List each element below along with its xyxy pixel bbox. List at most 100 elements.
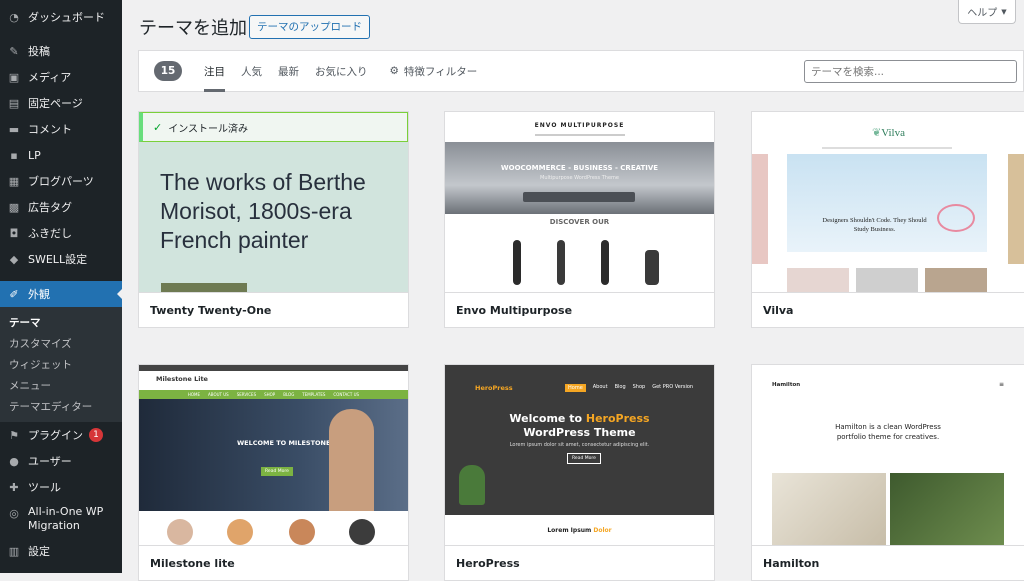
menu-users[interactable]: ● ユーザー (0, 448, 122, 474)
preview-logo: Hamilton (772, 382, 801, 388)
menu-lp[interactable]: ▪ LP (0, 142, 122, 168)
portfolio-image (890, 473, 1004, 545)
model-figure (557, 240, 565, 285)
main-content: ヘルプ ▼ テーマを追加 テーマのアップロード 15 注目 人気 最新 お気に入り… (122, 0, 1024, 581)
hero-subtitle: Lorem ipsum dolor sit amet, consectetur … (509, 442, 650, 448)
hero-title: WELCOME TO MILESTONE (237, 439, 331, 447)
theme-count-badge: 15 (154, 61, 182, 81)
leaf-icon: ❦ (872, 127, 882, 139)
tab-favorites[interactable]: お気に入り (315, 50, 368, 92)
preview-nav: Home About Blog Shop Get PRO Version (565, 384, 693, 392)
tab-featured[interactable]: 注目 (204, 50, 225, 92)
menu-label: LP (28, 148, 41, 162)
menu-posts[interactable]: ✎ 投稿 (0, 38, 122, 64)
nav-item: TEMPLATES (302, 392, 326, 397)
theme-name: HeroPress (445, 545, 714, 580)
menu-swell-settings[interactable]: ◆ SWELL設定 (0, 246, 122, 272)
preview-nav (822, 147, 952, 149)
submenu-theme-editor[interactable]: テーマエディター (0, 395, 122, 416)
preview-image-strip (161, 283, 247, 292)
menu-media[interactable]: ▣ メディア (0, 64, 122, 90)
nav-item: CONTACT US (333, 392, 360, 397)
menu-label: ブログパーツ (28, 175, 94, 188)
menu-all-in-one-migration[interactable]: ◎ All-in-One WP Migration (0, 500, 122, 538)
menu-plugins[interactable]: ⚑ プラグイン 1 (0, 422, 122, 448)
theme-card-vilva[interactable]: ❦Vilva Designers Shouldn't Code. They Sh… (751, 111, 1024, 328)
preview-nav (535, 134, 625, 136)
menu-label: 固定ページ (28, 97, 83, 110)
tab-popular[interactable]: 人気 (241, 50, 262, 92)
preview-hero: Designers Shouldn't Code. They Should St… (787, 154, 987, 252)
nav-item: HOME (187, 392, 201, 397)
hero-accent: HeroPress (585, 412, 650, 425)
preview-tagline: Hamilton is a clean WordPress portfolio … (835, 423, 941, 441)
theme-name: Envo Multipurpose (445, 292, 714, 327)
menu-balloon[interactable]: ◘ ふきだし (0, 220, 122, 246)
help-tab-button[interactable]: ヘルプ ▼ (958, 0, 1016, 24)
user-icon: ● (9, 454, 19, 468)
thumbnail (787, 268, 849, 292)
theme-screenshot: ❦Vilva Designers Shouldn't Code. They Sh… (752, 112, 1024, 292)
plant-graphic (459, 465, 485, 505)
help-label: ヘルプ (967, 8, 998, 19)
theme-card-twenty-twenty-one[interactable]: ✓ インストール済み The works of Berthe Morisot, 1… (138, 111, 409, 328)
submenu-menus[interactable]: メニュー (0, 374, 122, 395)
footer-title-text: Lorem Ipsum (547, 527, 594, 534)
theme-card-hamilton[interactable]: Hamilton ≡ Hamilton is a clean WordPress… (751, 364, 1024, 581)
submenu-widgets[interactable]: ウィジェット (0, 353, 122, 374)
theme-screenshot: ✓ インストール済み The works of Berthe Morisot, 1… (139, 112, 408, 292)
menu-comments[interactable]: ▬ コメント (0, 116, 122, 142)
hero-line1: Welcome to (509, 412, 586, 425)
menu-label: ダッシュボード (28, 11, 105, 24)
preview-banner: WOOCOMMERCE - BUSINESS - CREATIVE Multip… (445, 142, 714, 214)
menu-tools[interactable]: ✚ ツール (0, 474, 122, 500)
menu-label: ユーザー (28, 455, 72, 468)
menu-pages[interactable]: ▤ 固定ページ (0, 90, 122, 116)
brush-icon: ✐ (9, 287, 19, 301)
theme-name: Vilva (752, 292, 1024, 327)
service-circle (167, 519, 193, 545)
feature-filter-button[interactable]: ⚙ 特徴フィルター (390, 50, 478, 92)
logo-text: Vilva (881, 127, 905, 139)
preview-footer: Lorem Ipsum Dolor (445, 515, 714, 545)
appearance-submenu: テーマ カスタマイズ ウィジェット メニュー テーマエディター (0, 307, 122, 422)
laptop-graphic (523, 192, 635, 202)
hero-line2: WordPress Theme (523, 426, 636, 439)
media-icon: ▣ (8, 70, 20, 84)
submenu-customize[interactable]: カスタマイズ (0, 332, 122, 353)
gear-icon: ⚙ (389, 65, 399, 77)
menu-label: メディア (28, 71, 72, 84)
tab-latest[interactable]: 最新 (278, 50, 299, 92)
menu-settings[interactable]: ▥ 設定 (0, 538, 122, 564)
theme-card-heropress[interactable]: HeroPress Home About Blog Shop Get PRO Versi… (444, 364, 715, 581)
upload-theme-button[interactable]: テーマのアップロード (249, 15, 370, 39)
ad-tag-icon: ▩ (8, 200, 20, 214)
wrench-icon: ✚ (9, 480, 19, 494)
preview-hero: WELCOME TO MILESTONE Read More (139, 399, 408, 511)
preview-logo: Milestone Lite (156, 375, 208, 383)
admin-sidebar: ◔ ダッシュボード ✎ 投稿 ▣ メディア ▤ 固定ページ ▬ コメント ▪ LP ▦ ブログ… (0, 0, 122, 573)
preview-nav: HOME ABOUT US SERVICES SHOP BLOG TEMPLATES CON… (139, 390, 408, 399)
theme-card-milestone-lite[interactable]: Milestone Lite HOME ABOUT US SERVICES SHOP B… (138, 364, 409, 581)
theme-search-input[interactable] (804, 60, 1017, 83)
nav-item: Get PRO Version (652, 384, 694, 390)
service-circle (349, 519, 375, 545)
menu-dashboard[interactable]: ◔ ダッシュボード (0, 4, 122, 30)
menu-blogparts[interactable]: ▦ ブログパーツ (0, 168, 122, 194)
blogparts-icon: ▦ (8, 174, 20, 188)
menu-label: 設定 (28, 545, 50, 558)
model-figure (601, 240, 609, 285)
submenu-themes[interactable]: テーマ (0, 311, 122, 332)
section-heading: DISCOVER OUR (549, 218, 610, 226)
menu-label: 投稿 (28, 45, 50, 58)
theme-card-envo-multipurpose[interactable]: ENVO MULTIPURPOSE WOOCOMMERCE - BUSINESS… (444, 111, 715, 328)
menu-label: コメント (28, 123, 72, 136)
theme-screenshot: Milestone Lite HOME ABOUT US SERVICES SHOP B… (139, 365, 408, 545)
menu-ad-tag[interactable]: ▩ 広告タグ (0, 194, 122, 220)
hero-button: Read More (567, 453, 601, 464)
hero-button: Read More (261, 467, 293, 476)
menu-icon: ≡ (998, 381, 1004, 388)
page-title: テーマを追加 (139, 18, 247, 39)
menu-appearance[interactable]: ✐ 外観 (0, 281, 122, 307)
installed-notice: ✓ インストール済み (139, 112, 408, 142)
